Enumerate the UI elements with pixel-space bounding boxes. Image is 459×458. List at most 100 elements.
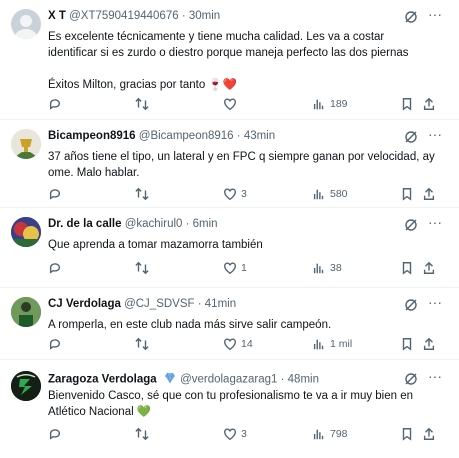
tweet[interactable]: X T @XT7590419440676 · 30min ··· Es exce… bbox=[0, 0, 459, 120]
bookmark-icon bbox=[402, 338, 412, 351]
tweet-actions: 14 1 mil bbox=[48, 336, 448, 352]
retweet-icon bbox=[135, 97, 149, 111]
more-options-icon[interactable]: ··· bbox=[428, 215, 446, 230]
grok-icon[interactable] bbox=[404, 130, 418, 144]
bookmark-button[interactable] bbox=[400, 260, 414, 276]
author-handle[interactable]: @Bicampeon8916 bbox=[139, 130, 234, 142]
retweet-icon bbox=[135, 337, 149, 351]
share-button[interactable] bbox=[422, 96, 436, 112]
tweet-text: Bienvenido Casco, sé que con tu profesio… bbox=[48, 388, 448, 420]
timestamp[interactable]: 48min bbox=[288, 374, 319, 386]
tweet-line: Atlético Nacional 💚 bbox=[48, 406, 152, 418]
verified-badge-icon bbox=[163, 372, 177, 387]
like-button[interactable]: 1 bbox=[223, 260, 247, 276]
bar-chart-icon bbox=[313, 339, 324, 350]
like-button[interactable]: 14 bbox=[223, 336, 253, 352]
author-name[interactable]: CJ Verdolaga bbox=[48, 298, 121, 310]
reply-button[interactable] bbox=[48, 260, 66, 276]
views-button[interactable]: 580 bbox=[312, 186, 348, 202]
tweet-header: CJ Verdolaga @CJ_SDVSF · 41min bbox=[48, 298, 237, 310]
views-button[interactable]: 189 bbox=[312, 96, 348, 112]
bookmark-icon bbox=[402, 188, 412, 201]
heart-icon bbox=[224, 188, 236, 201]
bookmark-button[interactable] bbox=[400, 96, 414, 112]
timestamp[interactable]: 6min bbox=[193, 218, 218, 230]
avatar[interactable] bbox=[11, 217, 41, 247]
more-options-icon[interactable]: ··· bbox=[428, 369, 446, 384]
tweet-line: Que aprenda a tomar mazamorra también bbox=[48, 239, 263, 251]
tweet-line bbox=[48, 61, 448, 77]
share-icon bbox=[423, 427, 435, 440]
avatar[interactable] bbox=[11, 297, 41, 327]
like-button[interactable]: 3 bbox=[223, 426, 247, 442]
tweet-line: Es excelente técnicamente y tiene mucha … bbox=[48, 31, 385, 43]
more-options-icon[interactable]: ··· bbox=[428, 295, 446, 310]
views-button[interactable]: 38 bbox=[312, 260, 342, 276]
retweet-button[interactable] bbox=[135, 426, 153, 442]
bar-chart-icon bbox=[313, 189, 324, 200]
bookmark-icon bbox=[402, 262, 412, 275]
bar-chart-icon bbox=[313, 263, 324, 274]
share-button[interactable] bbox=[422, 260, 436, 276]
reply-icon bbox=[49, 339, 61, 350]
retweet-button[interactable] bbox=[135, 96, 153, 112]
more-options-icon[interactable]: ··· bbox=[428, 7, 446, 22]
avatar[interactable] bbox=[11, 129, 41, 159]
retweet-icon bbox=[135, 261, 149, 275]
tweet-header: Dr. de la calle @kachirul0 · 6min bbox=[48, 218, 218, 230]
views-button[interactable]: 798 bbox=[312, 426, 348, 442]
bar-chart-icon bbox=[313, 429, 324, 440]
share-button[interactable] bbox=[422, 426, 436, 442]
timestamp[interactable]: 43min bbox=[244, 130, 275, 142]
share-icon bbox=[423, 261, 435, 274]
retweet-button[interactable] bbox=[135, 336, 153, 352]
tweet-header: Zaragoza Verdolaga @verdolagazarag1 · 48… bbox=[48, 372, 319, 387]
share-button[interactable] bbox=[422, 186, 436, 202]
avatar[interactable] bbox=[11, 9, 41, 39]
tweet[interactable]: Dr. de la calle @kachirul0 · 6min ··· Qu… bbox=[0, 208, 459, 288]
grok-icon[interactable] bbox=[404, 10, 418, 24]
tweet-actions: 189 bbox=[48, 96, 448, 112]
retweet-icon bbox=[135, 187, 149, 201]
like-button[interactable] bbox=[223, 96, 241, 112]
tweet-line: Bienvenido Casco, sé que con tu profesio… bbox=[48, 390, 414, 402]
bar-chart-icon bbox=[313, 99, 324, 110]
author-name[interactable]: X T bbox=[48, 10, 66, 22]
avatar[interactable] bbox=[11, 371, 41, 401]
grok-icon[interactable] bbox=[404, 372, 418, 386]
reply-button[interactable] bbox=[48, 336, 66, 352]
retweet-button[interactable] bbox=[135, 260, 153, 276]
bookmark-button[interactable] bbox=[400, 426, 414, 442]
author-handle[interactable]: @kachirul0 bbox=[125, 218, 183, 230]
retweet-button[interactable] bbox=[135, 186, 153, 202]
author-name[interactable]: Dr. de la calle bbox=[48, 218, 122, 230]
author-handle[interactable]: @verdolagazarag1 bbox=[180, 374, 277, 386]
reply-button[interactable] bbox=[48, 186, 66, 202]
bookmark-button[interactable] bbox=[400, 336, 414, 352]
views-button[interactable]: 1 mil bbox=[312, 336, 352, 352]
author-name[interactable]: Bicampeon8916 bbox=[48, 130, 136, 142]
grok-icon[interactable] bbox=[404, 298, 418, 312]
bookmark-button[interactable] bbox=[400, 186, 414, 202]
heart-icon bbox=[224, 338, 236, 351]
reply-button[interactable] bbox=[48, 96, 66, 112]
grok-icon[interactable] bbox=[404, 218, 418, 232]
author-handle[interactable]: @CJ_SDVSF bbox=[124, 298, 194, 310]
author-name[interactable]: Zaragoza Verdolaga bbox=[48, 374, 157, 386]
like-button[interactable]: 3 bbox=[223, 186, 247, 202]
tweet[interactable]: Zaragoza Verdolaga @verdolagazarag1 · 48… bbox=[0, 362, 459, 458]
share-icon bbox=[423, 187, 435, 200]
tweet-line: identificar si es zurdo o diestro porque… bbox=[48, 47, 409, 59]
reply-button[interactable] bbox=[48, 426, 66, 442]
timestamp[interactable]: 30min bbox=[189, 10, 220, 22]
more-options-icon[interactable]: ··· bbox=[428, 127, 446, 142]
author-handle[interactable]: @XT7590419440676 bbox=[69, 10, 179, 22]
tweet-text: A romperla, en este club nada más sirve … bbox=[48, 317, 448, 333]
tweet[interactable]: Bicampeon8916 @Bicampeon8916 · 43min ···… bbox=[0, 120, 459, 208]
reply-icon bbox=[49, 99, 61, 110]
share-button[interactable] bbox=[422, 336, 436, 352]
tweet[interactable]: CJ Verdolaga @CJ_SDVSF · 41min ··· A rom… bbox=[0, 288, 459, 360]
timestamp[interactable]: 41min bbox=[205, 298, 236, 310]
tweet-header: Bicampeon8916 @Bicampeon8916 · 43min bbox=[48, 130, 276, 142]
tweet-text: Es excelente técnicamente y tiene mucha … bbox=[48, 29, 448, 93]
